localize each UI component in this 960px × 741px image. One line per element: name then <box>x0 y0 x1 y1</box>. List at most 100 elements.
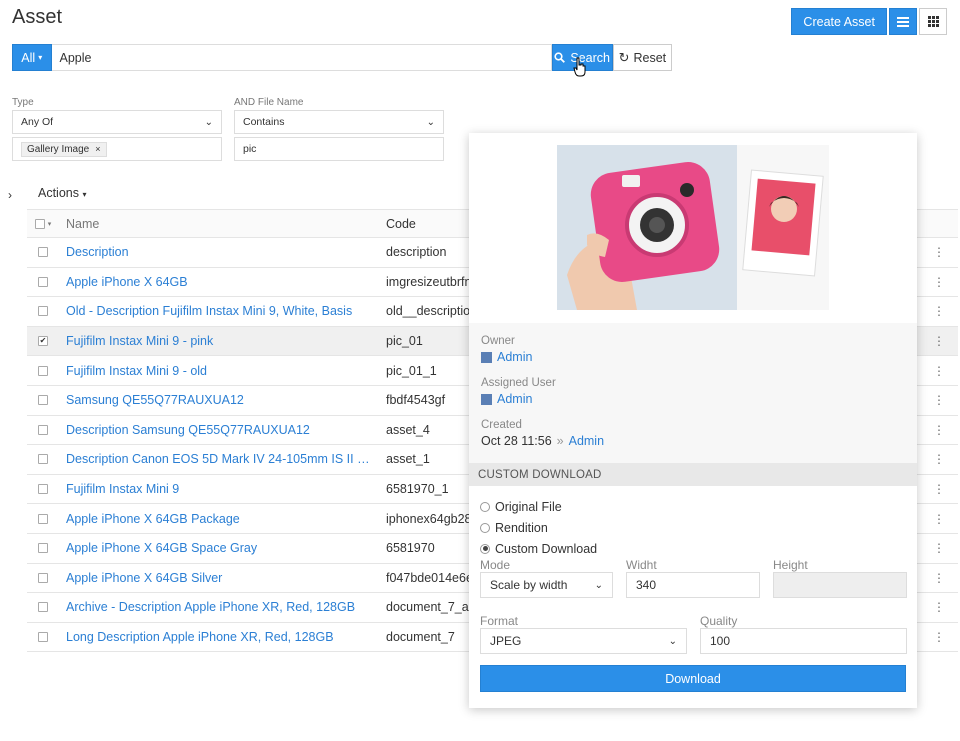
close-icon[interactable]: × <box>95 144 100 154</box>
more-options-icon[interactable]: ⋮ <box>933 393 945 407</box>
row-checkbox[interactable] <box>27 306 59 317</box>
assigned-user-value[interactable]: Admin <box>481 392 905 406</box>
user-icon <box>481 351 492 363</box>
more-options-icon[interactable]: ⋮ <box>933 423 945 437</box>
row-checkbox[interactable]: ✔ <box>27 336 59 347</box>
created-label: Created <box>481 419 522 431</box>
more-options-icon[interactable]: ⋮ <box>933 452 945 466</box>
file-filter-label: AND File Name <box>234 97 304 108</box>
type-filter-label: Type <box>12 97 34 108</box>
more-options-icon[interactable]: ⋮ <box>933 571 945 585</box>
row-checkbox[interactable] <box>27 365 59 376</box>
asset-name-link[interactable]: Fujifilm Instax Mini 9 - old <box>59 364 386 378</box>
more-options-icon[interactable]: ⋮ <box>933 630 945 644</box>
more-options-icon[interactable]: ⋮ <box>933 512 945 526</box>
filter-label: All <box>21 50 36 65</box>
file-name-input[interactable]: pic <box>234 137 444 161</box>
radio-original-file[interactable]: Original File <box>480 496 906 517</box>
list-icon <box>897 16 909 27</box>
user-icon <box>481 393 492 405</box>
custom-download-form: Original File Rendition Custom Download … <box>469 486 917 708</box>
row-checkbox[interactable] <box>27 513 59 524</box>
row-checkbox[interactable] <box>27 602 59 613</box>
type-mode-value: Any Of <box>21 116 54 128</box>
type-tag-label: Gallery Image <box>27 143 90 155</box>
asset-name-link[interactable]: Description Canon EOS 5D Mark IV 24-105m… <box>59 452 386 466</box>
type-mode-select[interactable]: Any Of ⌄ <box>12 110 222 134</box>
row-checkbox[interactable] <box>27 276 59 287</box>
caret-down-icon: ▾ <box>47 220 52 228</box>
more-options-icon[interactable]: ⋮ <box>933 304 945 318</box>
caret-down-icon: ▾ <box>82 190 87 199</box>
more-options-icon[interactable]: ⋮ <box>933 600 945 614</box>
asset-name-link[interactable]: Fujifilm Instax Mini 9 <box>59 482 386 496</box>
asset-name-link[interactable]: Archive - Description Apple iPhone XR, R… <box>59 600 386 614</box>
radio-rendition[interactable]: Rendition <box>480 517 906 538</box>
radio-button[interactable] <box>480 522 490 533</box>
width-input[interactable]: 340 <box>626 572 760 598</box>
asset-name-link[interactable]: Samsung QE55Q77RAUXUA12 <box>59 393 386 407</box>
asset-name-link[interactable]: Apple iPhone X 64GB Silver <box>59 571 386 585</box>
mode-select[interactable]: Scale by width ⌄ <box>480 572 613 598</box>
row-checkbox[interactable] <box>27 543 59 554</box>
owner-value[interactable]: Admin <box>481 350 905 364</box>
reset-button[interactable]: ↻ Reset <box>612 44 672 71</box>
page-title: Asset <box>12 6 63 28</box>
more-options-icon[interactable]: ⋮ <box>933 482 945 496</box>
asset-name-link[interactable]: Old - Description Fujifilm Instax Mini 9… <box>59 304 386 318</box>
more-options-icon[interactable]: ⋮ <box>933 245 945 259</box>
asset-name-link[interactable]: Long Description Apple iPhone XR, Red, 1… <box>59 630 386 644</box>
chevron-down-icon: ⌄ <box>668 635 677 647</box>
radio-button-selected[interactable] <box>480 543 490 554</box>
assigned-user-name[interactable]: Admin <box>497 392 532 406</box>
format-value: JPEG <box>490 634 522 648</box>
download-button[interactable]: Download <box>480 665 906 692</box>
filter-dropdown-button[interactable]: All ▾ <box>12 44 52 71</box>
row-checkbox[interactable] <box>27 572 59 583</box>
row-checkbox[interactable] <box>27 632 59 643</box>
search-input[interactable]: Apple <box>51 44 552 71</box>
asset-name-link[interactable]: Description Samsung QE55Q77RAUXUA12 <box>59 423 386 437</box>
created-by[interactable]: Admin <box>569 434 604 448</box>
quality-input[interactable]: 100 <box>700 628 907 654</box>
asset-name-link[interactable]: Apple iPhone X 64GB <box>59 275 386 289</box>
select-all-checkbox[interactable]: ▾ <box>27 218 59 229</box>
search-icon <box>554 52 566 63</box>
list-view-button[interactable] <box>889 8 917 35</box>
type-tag-input[interactable]: Gallery Image × <box>12 137 222 161</box>
radio-button[interactable] <box>480 501 490 512</box>
actions-dropdown[interactable]: Actions ▾ <box>38 186 87 200</box>
row-checkbox[interactable] <box>27 395 59 406</box>
caret-down-icon: ▾ <box>38 53 43 62</box>
grid-view-button[interactable] <box>919 8 947 35</box>
chevron-right-icon[interactable]: › <box>8 188 12 202</box>
row-checkbox[interactable] <box>27 484 59 495</box>
asset-name-link[interactable]: Description <box>59 245 386 259</box>
custom-download-header: CUSTOM DOWNLOAD <box>469 463 917 486</box>
row-checkbox[interactable] <box>27 424 59 435</box>
more-options-icon[interactable]: ⋮ <box>933 275 945 289</box>
quality-label: Quality <box>700 614 738 628</box>
asset-preview-image[interactable] <box>557 145 829 310</box>
actions-label: Actions <box>38 186 79 200</box>
more-options-icon[interactable]: ⋮ <box>933 334 945 348</box>
owner-name[interactable]: Admin <box>497 350 532 364</box>
more-options-icon[interactable]: ⋮ <box>933 541 945 555</box>
mode-label: Mode <box>480 558 511 572</box>
radio-custom-label: Custom Download <box>495 541 598 556</box>
row-checkbox[interactable] <box>27 454 59 465</box>
asset-name-link[interactable]: Apple iPhone X 64GB Space Gray <box>59 541 386 555</box>
more-options-icon[interactable]: ⋮ <box>933 364 945 378</box>
asset-name-link[interactable]: Fujifilm Instax Mini 9 - pink <box>59 334 386 348</box>
file-mode-select[interactable]: Contains ⌄ <box>234 110 444 134</box>
asset-name-link[interactable]: Apple iPhone X 64GB Package <box>59 512 386 526</box>
row-checkbox[interactable] <box>27 247 59 258</box>
type-tag: Gallery Image × <box>21 141 107 157</box>
create-asset-button[interactable]: Create Asset <box>791 8 887 35</box>
created-date: Oct 28 11:56 <box>481 434 552 448</box>
radio-custom-download[interactable]: Custom Download <box>480 538 906 559</box>
column-header-name[interactable]: Name <box>59 217 386 231</box>
reset-button-label: Reset <box>633 50 667 65</box>
chevron-down-icon: ⌄ <box>426 116 435 128</box>
format-select[interactable]: JPEG ⌄ <box>480 628 687 654</box>
